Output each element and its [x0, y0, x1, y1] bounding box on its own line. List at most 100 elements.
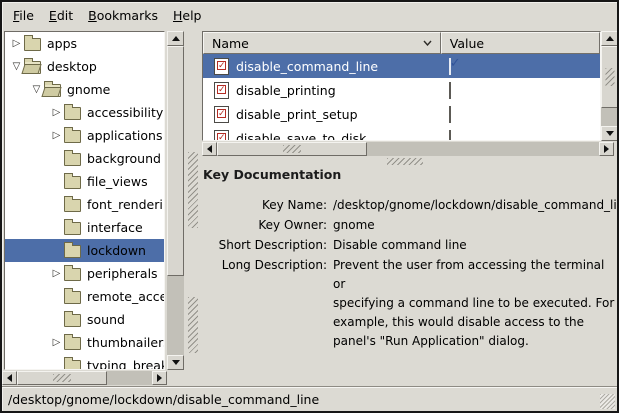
pane-splitter-horizontal[interactable]	[202, 157, 614, 166]
table-scroll-up-button[interactable]	[601, 31, 618, 46]
key-icon: ✓	[214, 130, 229, 142]
pane-splitter-vertical[interactable]	[186, 31, 200, 385]
folder-icon	[64, 314, 81, 327]
tree-item-label: lockdown	[87, 243, 146, 258]
tree-hscrollbar-thumb[interactable]	[17, 371, 107, 385]
tree-scroll-left-button[interactable]	[2, 371, 17, 385]
expander-icon[interactable]: ▷	[49, 124, 64, 147]
key-value-cell	[441, 83, 600, 98]
table-scroll-left-button[interactable]	[202, 142, 217, 156]
resize-grip[interactable]	[600, 394, 615, 409]
arrow-up-icon	[606, 36, 614, 41]
tree-item-label: peripherals	[87, 266, 158, 281]
doc-field-value: Disable command line	[333, 236, 615, 255]
tree-row[interactable]: remote_access	[5, 285, 164, 308]
doc-field-label: Key Name:	[203, 196, 327, 215]
menu-help[interactable]: Help	[173, 8, 202, 23]
tree-item-label: interface	[87, 220, 143, 235]
tree-row[interactable]: background	[5, 147, 164, 170]
folder-icon	[64, 176, 81, 189]
tree-item-label: applications	[87, 128, 162, 143]
grip-icon	[188, 297, 198, 353]
tree-item-label: typing_break	[87, 358, 165, 370]
tree-scroll-right-button[interactable]	[152, 371, 167, 385]
folder-icon	[64, 245, 81, 258]
folder-icon	[64, 291, 81, 304]
value-checkbox[interactable]	[449, 82, 451, 99]
tree-row[interactable]: ▽ desktop	[5, 55, 164, 78]
key-icon: ✓	[214, 106, 229, 123]
expander-icon[interactable]: ▽	[9, 55, 24, 78]
gconf-editor-window: File Edit Bookmarks Help ▷ apps ▽ deskto…	[0, 0, 619, 413]
tree-vscrollbar[interactable]	[167, 31, 184, 370]
folder-icon	[64, 222, 81, 235]
menu-edit[interactable]: Edit	[49, 8, 73, 23]
doc-field-value: Prevent the user from accessing the term…	[333, 256, 615, 351]
tree-row[interactable]: font_rendering	[5, 193, 164, 216]
expander-icon[interactable]: ▷	[49, 331, 64, 354]
documentation-row: Key Name: /desktop/gnome/lockdown/disabl…	[203, 196, 615, 215]
arrow-right-icon	[157, 374, 162, 382]
tree-item-label: file_views	[87, 174, 148, 189]
table-row[interactable]: ✓ disable_printing	[203, 78, 600, 102]
tree-vscrollbar-thumb[interactable]	[167, 46, 184, 276]
tree-item-label: thumbnailers	[87, 335, 165, 350]
tree-row[interactable]: ▷ peripherals	[5, 262, 164, 285]
tree-item-label: apps	[47, 36, 77, 51]
folder-tree[interactable]: ▷ apps ▽ desktop ▽ gnome ▷ accessibility…	[4, 31, 165, 370]
folder-icon	[64, 337, 81, 350]
folder-icon	[24, 38, 41, 51]
table-body: ✓ disable_command_line ✓ disable_printin…	[203, 54, 600, 141]
table-vscrollbar-thumb[interactable]	[601, 46, 618, 108]
table-scroll-right-button[interactable]	[599, 142, 614, 156]
table-row[interactable]: ✓ disable_print_setup	[203, 102, 600, 126]
expander-icon[interactable]: ▽	[29, 78, 44, 101]
table-vscrollbar[interactable]	[601, 31, 618, 141]
key-table: Name Value ✓ disable_command_line ✓ disa…	[202, 31, 601, 141]
folder-icon	[24, 61, 41, 74]
value-checkbox[interactable]	[449, 106, 451, 123]
key-icon: ✓	[214, 82, 229, 99]
documentation-row: Short Description: Disable command line	[203, 236, 615, 255]
key-name-label: disable_save_to_disk	[236, 131, 366, 142]
tree-row[interactable]: ▽ gnome	[5, 78, 164, 101]
tree-row[interactable]: file_views	[5, 170, 164, 193]
tree-row[interactable]: typing_break	[5, 354, 164, 370]
tree-row[interactable]: ▷ thumbnailers	[5, 331, 164, 354]
tree-row[interactable]: ▷ accessibility	[5, 101, 164, 124]
table-row[interactable]: ✓ disable_save_to_disk	[203, 126, 600, 141]
tree-item-label: font_rendering	[87, 197, 165, 212]
table-hscrollbar[interactable]	[202, 142, 614, 156]
folder-icon	[64, 107, 81, 120]
folder-icon	[64, 268, 81, 281]
menu-bookmarks[interactable]: Bookmarks	[88, 8, 158, 23]
menu-file[interactable]: File	[13, 8, 34, 23]
tree-row[interactable]: sound	[5, 308, 164, 331]
value-checkbox[interactable]	[449, 58, 451, 75]
tree-row[interactable]: lockdown	[5, 239, 164, 262]
folder-icon	[44, 84, 61, 97]
table-row[interactable]: ✓ disable_command_line	[203, 54, 600, 78]
expander-icon[interactable]: ▷	[49, 262, 64, 285]
key-icon: ✓	[214, 58, 229, 75]
column-header-name[interactable]: Name	[203, 32, 441, 54]
key-name-cell: ✓ disable_command_line	[203, 58, 441, 75]
tree-row[interactable]: interface	[5, 216, 164, 239]
expander-icon[interactable]: ▷	[49, 101, 64, 124]
chevron-down-icon	[423, 40, 432, 46]
column-header-value[interactable]: Value	[441, 32, 600, 54]
doc-field-label: Short Description:	[203, 236, 327, 255]
statusbar-key-path: /desktop/gnome/lockdown/disable_command_…	[8, 392, 319, 407]
tree-scroll-down-button[interactable]	[167, 355, 184, 370]
expander-icon[interactable]: ▷	[9, 32, 24, 55]
table-scroll-down-button[interactable]	[601, 126, 618, 141]
tree-row[interactable]: ▷ apps	[5, 32, 164, 55]
tree-hscrollbar[interactable]	[2, 371, 167, 385]
table-hscrollbar-thumb[interactable]	[217, 142, 367, 156]
tree-row[interactable]: ▷ applications	[5, 124, 164, 147]
value-checkbox[interactable]	[449, 130, 451, 142]
tree-item-label: gnome	[67, 82, 110, 97]
arrow-right-icon	[604, 145, 609, 153]
key-name-label: disable_printing	[236, 83, 336, 98]
tree-scroll-up-button[interactable]	[167, 31, 184, 46]
